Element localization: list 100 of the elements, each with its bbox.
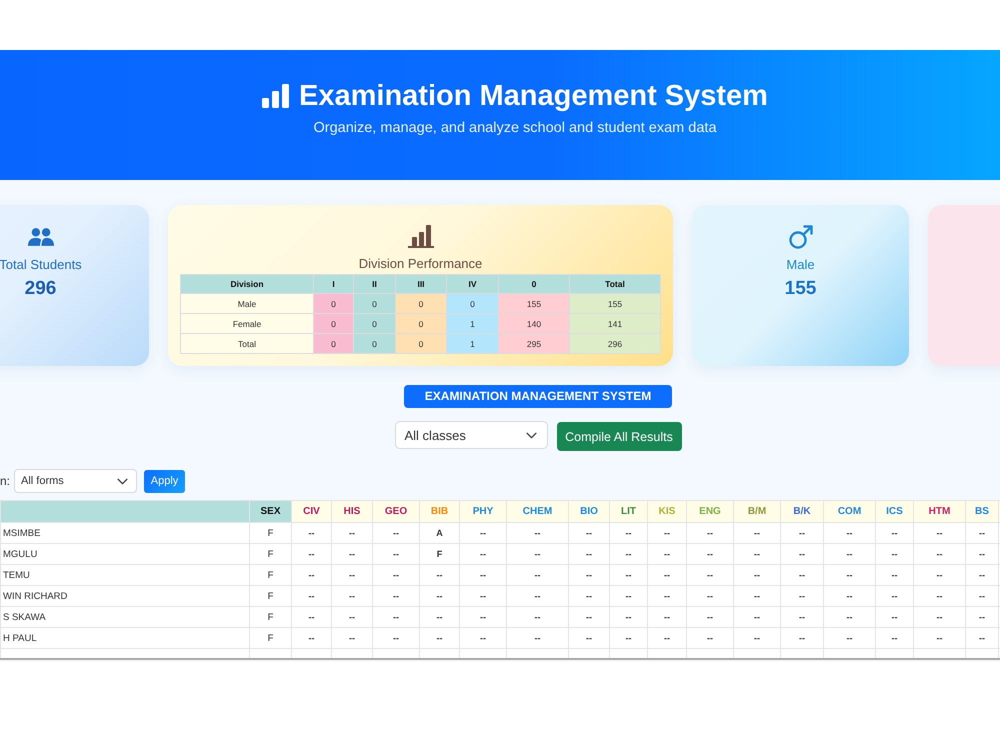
column-header: BS	[966, 500, 998, 522]
table-cell: 0	[354, 334, 396, 354]
grade-cell: --	[648, 586, 686, 606]
stat-value: 296	[24, 278, 56, 300]
table-cell: 0	[396, 314, 446, 334]
grade-cell: A	[420, 522, 460, 544]
class-select[interactable]: All classes	[394, 421, 548, 449]
grade-cell: --	[292, 564, 332, 586]
grade-cell: --	[824, 544, 876, 564]
chevron-down-icon	[117, 478, 128, 484]
column-header: LIT	[610, 500, 648, 522]
form-select[interactable]: All forms	[14, 469, 138, 493]
grade-cell: --	[460, 564, 506, 586]
grade-cell: --	[686, 586, 734, 606]
grade-cell: --	[966, 606, 998, 628]
grade-cell: --	[734, 586, 780, 606]
column-header: BIB	[420, 500, 460, 522]
column-header: I	[314, 274, 354, 294]
column-header: GEO	[372, 500, 420, 522]
sex-cell: F	[250, 628, 292, 648]
column-header: Total	[570, 274, 660, 294]
table-cell: 0	[354, 294, 396, 314]
grade-cell: --	[568, 522, 610, 544]
grade-cell: --	[372, 564, 420, 586]
grade-cell: --	[914, 564, 966, 586]
grade-cell: --	[648, 606, 686, 628]
grade-cell: --	[824, 628, 876, 648]
grade-cell: --	[506, 628, 568, 648]
grade-cell: --	[966, 586, 998, 606]
grade-cell: --	[876, 544, 914, 564]
table-cell: 141	[570, 314, 660, 334]
grade-cell: --	[372, 628, 420, 648]
grade-cell: --	[420, 586, 460, 606]
column-header: SEX	[250, 500, 292, 522]
student-name: TEMU	[0, 564, 250, 586]
users-icon	[28, 228, 54, 246]
grade-cell: --	[372, 606, 420, 628]
table-cell: Total	[180, 334, 314, 354]
grade-cell: --	[420, 606, 460, 628]
grade-cell: --	[610, 564, 648, 586]
system-banner: EXAMINATION MANAGEMENT SYSTEM	[404, 385, 672, 408]
grade-cell: --	[734, 544, 780, 564]
grade-cell: --	[966, 522, 998, 544]
grade-cell: F	[420, 544, 460, 564]
grade-cell: --	[876, 564, 914, 586]
column-header: III	[396, 274, 446, 294]
grade-cell: --	[914, 544, 966, 564]
table-cell: 1	[446, 334, 498, 354]
card-title: Division Performance	[358, 256, 482, 272]
column-header: PHY	[460, 500, 506, 522]
grade-cell: --	[734, 564, 780, 586]
grade-cell: --	[292, 628, 332, 648]
compile-button[interactable]: Compile All Results	[556, 422, 682, 451]
grade-cell: --	[460, 544, 506, 564]
grade-cell: --	[332, 628, 372, 648]
sex-cell: F	[250, 586, 292, 606]
grade-cell: --	[966, 564, 998, 586]
grade-cell: --	[780, 606, 824, 628]
table-cell: 295	[498, 334, 570, 354]
grade-cell: --	[876, 628, 914, 648]
grade-cell: --	[648, 544, 686, 564]
column-header: BIO	[568, 500, 610, 522]
grade-cell: --	[568, 544, 610, 564]
chevron-down-icon	[526, 432, 536, 438]
grade-cell: --	[648, 564, 686, 586]
grade-cell: --	[686, 606, 734, 628]
grade-cell: --	[420, 564, 460, 586]
student-name: MGULU	[0, 544, 250, 564]
grade-cell: --	[610, 522, 648, 544]
grade-cell: --	[780, 564, 824, 586]
grade-cell: --	[332, 586, 372, 606]
male-symbol-icon	[788, 225, 812, 249]
grade-cell: --	[686, 544, 734, 564]
grade-cell: --	[780, 522, 824, 544]
apply-button[interactable]: Apply	[144, 470, 186, 492]
grade-cell: --	[372, 522, 420, 544]
sex-cell: F	[250, 564, 292, 586]
grade-cell: --	[506, 564, 568, 586]
sex-cell: F	[250, 522, 292, 544]
grade-cell: --	[610, 628, 648, 648]
table-cell: 0	[314, 334, 354, 354]
table-cell: Female	[180, 314, 314, 334]
grade-cell: --	[332, 564, 372, 586]
table-cell: 0	[354, 314, 396, 334]
grade-cell: --	[506, 544, 568, 564]
table-cell: 296	[570, 334, 660, 354]
grade-cell: --	[824, 564, 876, 586]
table-cell: 0	[314, 294, 354, 314]
grade-cell: --	[610, 606, 648, 628]
grade-cell: --	[506, 606, 568, 628]
grade-cell: --	[876, 522, 914, 544]
grade-cell: --	[824, 586, 876, 606]
grade-cell: --	[292, 522, 332, 544]
grade-cell: --	[460, 628, 506, 648]
sex-cell: F	[250, 606, 292, 628]
grade-cell: --	[292, 606, 332, 628]
grade-cell: --	[914, 606, 966, 628]
grade-cell: --	[610, 586, 648, 606]
grade-cell: --	[460, 606, 506, 628]
table-cell: 0	[314, 314, 354, 334]
